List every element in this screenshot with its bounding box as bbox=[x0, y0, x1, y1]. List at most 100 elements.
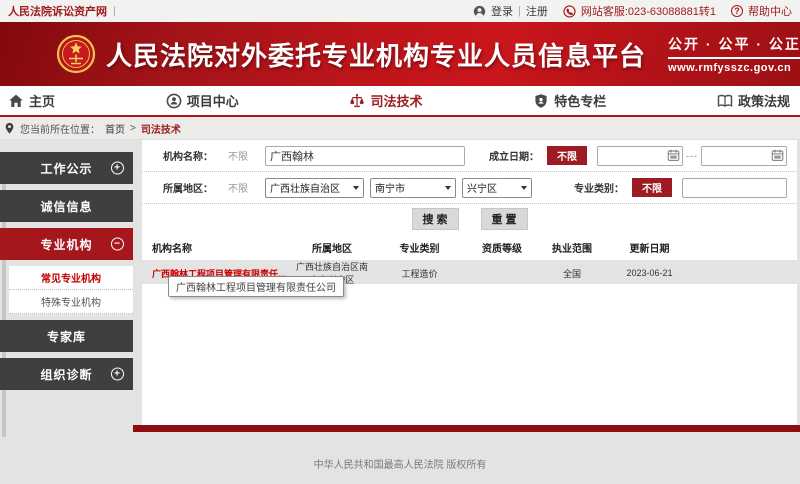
org-name-input[interactable] bbox=[265, 146, 465, 166]
sidebar-item-professional-orgs[interactable]: 专业机构 − bbox=[0, 228, 133, 260]
collapse-icon: − bbox=[111, 238, 124, 251]
user-icon bbox=[473, 5, 486, 18]
col-header-org-name: 机构名称 bbox=[142, 240, 292, 255]
content-area: 工作公示 + 诚信信息 专业机构 − 常见专业机构 特殊专业机构 专家库 组织诊… bbox=[0, 140, 800, 425]
asset-site-link[interactable]: 人民法院诉讼资产网 bbox=[8, 3, 107, 19]
location-pin-icon bbox=[4, 122, 15, 135]
court-emblem-logo bbox=[56, 34, 96, 74]
breadcrumb-current: 司法技术 bbox=[141, 121, 181, 136]
calendar-icon[interactable] bbox=[667, 149, 680, 162]
col-header-category: 专业类别 bbox=[372, 240, 467, 255]
phone-icon bbox=[563, 5, 576, 18]
sidebar-item-label: 专家库 bbox=[47, 328, 86, 345]
col-header-grade: 资质等级 bbox=[467, 240, 537, 255]
chevron-down-icon bbox=[353, 186, 359, 190]
calendar-icon[interactable] bbox=[771, 149, 784, 162]
sidebar-item-expert-pool[interactable]: 专家库 bbox=[0, 320, 133, 352]
city-select[interactable]: 南宁市 bbox=[370, 178, 456, 198]
login-register-divider: | bbox=[518, 5, 521, 17]
project-center-icon bbox=[166, 93, 182, 109]
nav-label: 特色专栏 bbox=[554, 91, 606, 110]
sidebar-item-org-diagnosis[interactable]: 组织诊断 + bbox=[0, 358, 133, 390]
breadcrumb-home[interactable]: 首页 bbox=[105, 121, 125, 136]
help-icon: ? bbox=[731, 5, 743, 17]
col-header-updated: 更新日期 bbox=[607, 240, 692, 255]
org-name-label: 机构名称： bbox=[163, 148, 213, 163]
district-value: 兴宁区 bbox=[467, 180, 518, 195]
form-buttons-row: 搜索 重置 bbox=[142, 204, 797, 234]
nav-item-judicial-tech[interactable]: 司法技术 bbox=[349, 91, 422, 110]
policy-book-icon bbox=[717, 93, 733, 109]
breadcrumb-prefix: 您当前所在位置： bbox=[20, 121, 100, 136]
breadcrumb: 您当前所在位置： 首页 > 司法技术 bbox=[0, 117, 800, 140]
help-center-link[interactable]: 帮助中心 bbox=[748, 3, 792, 19]
sidebar-item-integrity-info[interactable]: 诚信信息 bbox=[0, 190, 133, 222]
submenu-label: 特殊专业机构 bbox=[41, 294, 101, 309]
category-unlimited-badge[interactable]: 不限 bbox=[632, 178, 672, 197]
row-category: 工程造价 bbox=[372, 267, 467, 280]
main-nav: 主页 项目中心 司法技术 特色专栏 政策法规 bbox=[0, 86, 800, 117]
main-panel: 机构名称： 不限 成立日期： 不限 --- 所属地区： bbox=[142, 140, 797, 425]
register-link[interactable]: 注册 bbox=[526, 3, 548, 19]
sidebar-item-label: 工作公示 bbox=[40, 160, 92, 177]
scales-icon bbox=[349, 93, 365, 109]
submenu-label: 常见专业机构 bbox=[41, 270, 101, 285]
sidebar-submenu: 常见专业机构 特殊专业机构 bbox=[9, 266, 133, 314]
nav-item-featured[interactable]: 特色专栏 bbox=[533, 91, 606, 110]
sidebar-item-label: 诚信信息 bbox=[40, 198, 92, 215]
search-button[interactable]: 搜索 bbox=[412, 208, 459, 230]
province-value: 广西壮族自治区 bbox=[270, 180, 350, 195]
chevron-down-icon bbox=[445, 186, 451, 190]
org-name-tooltip: 广西翰林工程项目管理有限责任公司 bbox=[168, 276, 344, 297]
top-utility-bar: 人民法院诉讼资产网 | 登录 | 注册 网站客服:023-63088881转1 … bbox=[0, 0, 800, 22]
submenu-item-common-orgs[interactable]: 常见专业机构 bbox=[9, 266, 133, 290]
table-header-row: 机构名称 所属地区 专业类别 资质等级 执业范围 更新日期 bbox=[142, 234, 797, 260]
region-label: 所属地区： bbox=[163, 180, 213, 195]
home-icon bbox=[8, 93, 24, 109]
category-label: 专业类别： bbox=[574, 180, 624, 195]
sidebar-item-work-publicity[interactable]: 工作公示 + bbox=[0, 152, 133, 184]
site-url: www.rmfysszc.gov.cn bbox=[668, 62, 800, 74]
col-header-region: 所属地区 bbox=[292, 240, 372, 255]
city-value: 南宁市 bbox=[375, 180, 442, 195]
site-title: 人民法院对外委托专业机构专业人员信息平台 bbox=[106, 36, 646, 73]
expand-icon: + bbox=[111, 162, 124, 175]
category-input[interactable] bbox=[682, 178, 787, 198]
nav-label: 主页 bbox=[29, 91, 55, 110]
district-select[interactable]: 兴宁区 bbox=[462, 178, 532, 198]
footer-red-band bbox=[133, 425, 800, 432]
row-updated: 2023-06-21 bbox=[607, 268, 692, 278]
row-scope: 全国 bbox=[537, 267, 607, 280]
copyright-text: 中华人民共和国最高人民法院 版权所有 bbox=[314, 456, 487, 484]
founding-date-label: 成立日期： bbox=[489, 148, 539, 163]
login-link[interactable]: 登录 bbox=[491, 3, 513, 19]
footer: 中华人民共和国最高人民法院 版权所有 bbox=[0, 432, 800, 484]
nav-label: 政策法规 bbox=[738, 91, 790, 110]
sidebar-item-label: 专业机构 bbox=[40, 236, 92, 253]
submenu-item-special-orgs[interactable]: 特殊专业机构 bbox=[9, 290, 133, 314]
sidebar: 工作公示 + 诚信信息 专业机构 − 常见专业机构 特殊专业机构 专家库 组织诊… bbox=[0, 140, 133, 425]
founding-date-unlimited-badge[interactable]: 不限 bbox=[547, 146, 587, 165]
shield-icon bbox=[533, 93, 549, 109]
date-range-separator: --- bbox=[686, 151, 698, 161]
nav-item-home[interactable]: 主页 bbox=[8, 91, 55, 110]
org-name-unlimited: 不限 bbox=[228, 148, 248, 163]
nav-label: 司法技术 bbox=[370, 91, 422, 110]
col-header-scope: 执业范围 bbox=[537, 240, 607, 255]
form-row-region-category: 所属地区： 不限 广西壮族自治区 南宁市 兴宁区 专业类别： 不限 bbox=[142, 172, 797, 204]
breadcrumb-separator: > bbox=[130, 123, 136, 134]
expand-icon: + bbox=[111, 368, 124, 381]
banner-header: 人民法院对外委托专业机构专业人员信息平台 公开 · 公平 · 公正 www.rm… bbox=[0, 22, 800, 86]
nav-item-policy[interactable]: 政策法规 bbox=[717, 91, 790, 110]
province-select[interactable]: 广西壮族自治区 bbox=[265, 178, 364, 198]
nav-item-project-center[interactable]: 项目中心 bbox=[166, 91, 239, 110]
nav-label: 项目中心 bbox=[187, 91, 239, 110]
slogan: 公开 · 公平 · 公正 bbox=[668, 34, 800, 59]
region-unlimited: 不限 bbox=[228, 180, 248, 195]
topbar-divider: | bbox=[113, 5, 116, 17]
form-row-name-date: 机构名称： 不限 成立日期： 不限 --- bbox=[142, 140, 797, 172]
chevron-down-icon bbox=[521, 186, 527, 190]
service-hotline: 网站客服:023-63088881转1 bbox=[581, 3, 716, 19]
sidebar-item-label: 组织诊断 bbox=[40, 366, 92, 383]
reset-button[interactable]: 重置 bbox=[481, 208, 528, 230]
